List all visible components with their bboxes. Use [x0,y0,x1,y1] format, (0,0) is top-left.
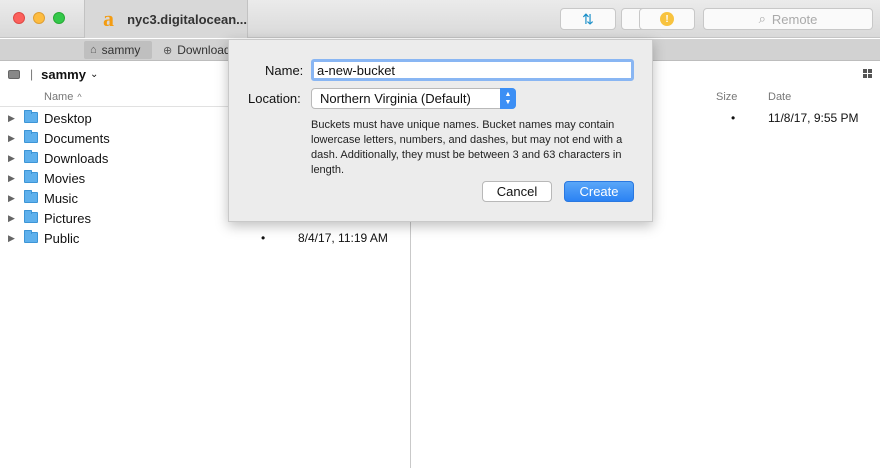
desktop-folder-icon [24,110,38,123]
window-title: nyc3.digitalocean... [127,11,247,27]
disclosure-triangle-icon[interactable]: ▶ [8,153,15,164]
warning-button[interactable]: ! [639,8,695,30]
new-bucket-dialog: Name: a-new-bucket Location: Northern Vi… [228,39,653,222]
popup-arrows-icon: ▲ ▼ [500,88,516,109]
location-label: Location: [248,91,301,106]
search-icon: ⌕ [758,11,766,26]
path-dropdown[interactable]: sammy [41,67,86,82]
pictures-folder-icon [24,210,38,223]
view-options-icon[interactable] [863,69,872,78]
tab-label: sammy [101,43,141,57]
download-icon: ⊕ [163,44,173,57]
date-column-header[interactable]: Date [768,91,791,103]
item-date: 11/8/17, 9:55 PM [768,111,859,125]
item-name: Downloads [44,150,109,166]
downloads-folder-icon [24,150,38,163]
list-item[interactable]: ▶ Public • 8/4/17, 11:19 AM [0,228,410,248]
close-window-button[interactable] [13,12,25,24]
path-separator: | [30,67,34,81]
item-name: Public [44,230,80,246]
amazon-s3-icon: a [103,6,114,31]
drive-icon [8,69,20,79]
item-size: • [261,231,266,245]
location-select[interactable]: Northern Virginia (Default) ▲ ▼ [311,88,516,109]
title-bar: a nyc3.digitalocean... ⇅ ✺ ! ⌕ Remote [0,0,880,38]
item-name: Pictures [44,210,91,226]
home-icon: ⌂ [90,44,97,56]
disclosure-triangle-icon[interactable]: ▶ [8,113,15,124]
connection-title-tab[interactable]: a nyc3.digitalocean... [84,0,248,38]
name-column-label: Name [44,91,74,103]
movies-folder-icon [24,170,38,183]
documents-folder-icon [24,130,38,143]
disclosure-triangle-icon[interactable]: ▶ [8,233,15,244]
sync-arrows-icon: ⇅ [582,10,594,27]
sync-button[interactable]: ⇅ [560,8,616,30]
create-button[interactable]: Create [564,181,634,202]
item-date: 8/4/17, 11:19 AM [298,231,388,245]
bucket-name-input[interactable]: a-new-bucket [311,59,634,81]
item-name: Documents [44,130,110,146]
name-label: Name: [265,63,304,78]
item-size: • [731,111,736,125]
music-folder-icon [24,190,38,203]
disclosure-triangle-icon[interactable]: ▶ [8,213,15,224]
info-icon: ! [660,12,674,26]
cancel-button[interactable]: Cancel [482,181,552,202]
tab-label: Downloads [177,43,229,57]
zoom-window-button[interactable] [53,12,65,24]
disclosure-triangle-icon[interactable]: ▶ [8,193,15,204]
item-name: Music [44,190,78,206]
location-value: Northern Virginia (Default) [320,91,471,106]
minimize-window-button[interactable] [33,12,45,24]
public-folder-icon [24,230,38,243]
sort-ascending-icon: ^ [77,92,82,102]
disclosure-triangle-icon[interactable]: ▶ [8,133,15,144]
item-name: Movies [44,170,86,186]
size-column-header[interactable]: Size [716,91,737,103]
tab-sammy[interactable]: ⌂ sammy [84,41,152,59]
bucket-name-value: a-new-bucket [317,62,396,78]
search-field[interactable]: ⌕ Remote [703,8,873,30]
chevron-down-icon[interactable]: ⌄ [90,69,98,80]
search-placeholder: Remote [771,11,818,27]
item-name: Desktop [44,110,92,126]
tab-downloads[interactable]: ⊕ Downloads [157,41,229,59]
disclosure-triangle-icon[interactable]: ▶ [8,173,15,184]
bucket-name-help-text: Buckets must have unique names. Bucket n… [311,119,623,176]
